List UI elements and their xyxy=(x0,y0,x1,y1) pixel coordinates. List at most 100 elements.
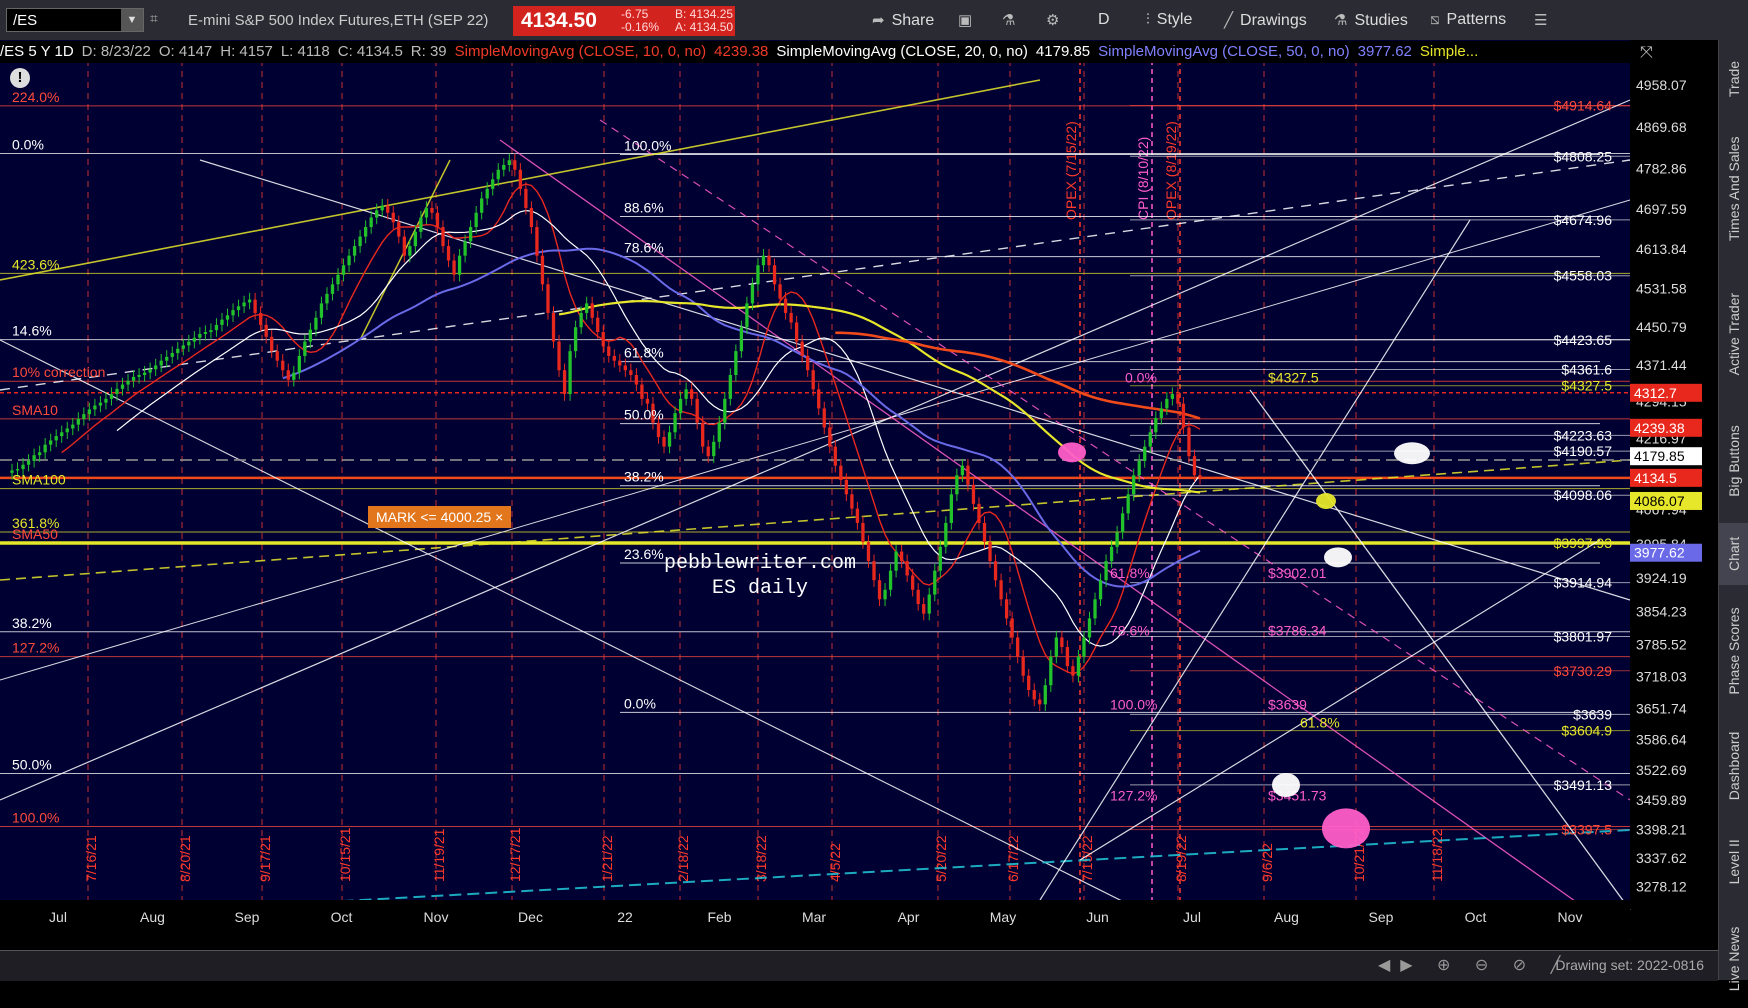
candle xyxy=(1021,656,1025,676)
collapse-icon[interactable]: ⤧ xyxy=(1640,44,1653,62)
date-label: 9/6/22 xyxy=(1259,843,1275,882)
candle xyxy=(1126,494,1130,514)
style-button[interactable]: ⫶ Style xyxy=(1146,11,1192,29)
chevron-down-icon[interactable]: ▼ xyxy=(121,9,143,31)
ohlc-high: H: 4157 xyxy=(220,43,273,60)
candle xyxy=(629,370,633,375)
candle xyxy=(380,205,384,211)
candle xyxy=(441,227,445,247)
candle xyxy=(822,408,826,428)
side-tab-big-buttons[interactable]: Big Buttons xyxy=(1719,404,1748,519)
candle xyxy=(26,460,31,465)
y-tick-label: 3854.23 xyxy=(1636,604,1687,620)
side-tab-chart[interactable]: Chart xyxy=(1719,523,1748,586)
link-icon[interactable]: ⌗ xyxy=(150,10,158,27)
side-tab-active-trader[interactable]: Active Trader xyxy=(1719,268,1748,400)
candle xyxy=(728,375,732,399)
date-label: 3/18/22 xyxy=(753,835,769,882)
candle xyxy=(198,333,202,338)
candle xyxy=(673,413,677,433)
sma50-label[interactable]: SimpleMovingAvg (CLOSE, 50, 0, no) xyxy=(1098,43,1350,60)
candle xyxy=(347,255,351,266)
fib-mid-label: 100.0% xyxy=(624,138,671,154)
bid-price: B: 4134.25 xyxy=(675,7,734,21)
candle xyxy=(1010,618,1014,638)
candle xyxy=(87,409,92,415)
candle xyxy=(1087,618,1092,638)
level-label: $3914.94 xyxy=(1554,575,1613,591)
candle xyxy=(883,589,887,600)
date-label: 9/17/21 xyxy=(257,835,273,882)
flask-button[interactable]: ⚗ xyxy=(1002,11,1022,30)
y-tick-label: 4782.86 xyxy=(1636,160,1687,176)
candle xyxy=(170,353,174,357)
level-label: $4361.6 xyxy=(1561,361,1612,377)
settings-button[interactable]: ⚙ xyxy=(1046,11,1066,30)
candle xyxy=(529,207,534,228)
date-label: 1/21/22 xyxy=(599,835,615,882)
bid-ask: B: 4134.25 A: 4134.50 xyxy=(675,8,733,34)
side-tab-dashboard[interactable]: Dashboard xyxy=(1719,717,1748,814)
gear-icon: ⚙ xyxy=(1046,12,1060,29)
y-tick-label: 3337.62 xyxy=(1636,850,1687,866)
event-label: OPEX (7/15/22) xyxy=(1063,121,1079,220)
instrument-description: E-mini S&P 500 Index Futures,ETH (SEP 22… xyxy=(188,12,489,29)
chart-title: pebblewriter.com xyxy=(664,552,856,575)
menu-icon: ☰ xyxy=(1534,12,1548,29)
patterns-button[interactable]: ⧅ Patterns xyxy=(1430,11,1506,29)
candle xyxy=(137,375,141,377)
symbol-input[interactable]: /ES ▼ xyxy=(6,8,144,32)
candle xyxy=(518,169,523,189)
candle xyxy=(1109,546,1114,562)
period-button[interactable]: D xyxy=(1098,11,1110,29)
side-tab-phase-scores[interactable]: Phase Scores xyxy=(1719,589,1748,713)
ohlc-low: L: 4118 xyxy=(280,43,330,60)
date-label: 11/18/22 xyxy=(1429,828,1445,882)
chart-header: /ES 5 Y 1D xyxy=(0,43,74,60)
drawings-button[interactable]: ╱ Drawings xyxy=(1224,11,1307,30)
mark-label[interactable]: MARK <= 4000.25 × xyxy=(368,506,512,528)
candle xyxy=(590,303,594,318)
side-tab-live-news[interactable]: Live News xyxy=(1719,910,1748,1007)
chart-canvas[interactable]: 7/16/21 8/20/21 9/17/21 10/15/21 11/19/21 12/… xyxy=(0,40,1718,950)
share-button[interactable]: ➦ Share xyxy=(872,11,934,30)
level-label: $4423.65 xyxy=(1554,332,1613,348)
candle xyxy=(214,324,219,331)
marker-ellipse xyxy=(1058,442,1086,463)
candle xyxy=(745,303,749,328)
date-label: 2/18/22 xyxy=(675,835,691,882)
sma10-label[interactable]: SimpleMovingAvg (CLOSE, 10, 0, no) xyxy=(455,43,707,60)
candle xyxy=(358,236,362,247)
projection-label: $4327.5 xyxy=(1268,370,1319,386)
side-tab-trade[interactable]: Trade xyxy=(1719,48,1748,110)
fib-left-label: 50.0% xyxy=(12,757,52,773)
projection-label: 61.8% xyxy=(1110,565,1150,581)
side-tab-times-and-sales[interactable]: Times And Sales xyxy=(1719,114,1748,264)
zoom-controls[interactable]: ◀▶ ⊕ ⊖ ⊘ ╱ xyxy=(1378,955,1570,975)
sma20-label[interactable]: SimpleMovingAvg (CLOSE, 20, 0, no) xyxy=(776,43,1028,60)
candle xyxy=(1198,475,1202,478)
menu-button[interactable]: ☰ xyxy=(1534,11,1554,30)
ohlc-close: C: 4134.5 xyxy=(337,43,403,60)
fib-mid-label: 23.6% xyxy=(624,546,664,562)
candle xyxy=(247,299,252,303)
candle xyxy=(585,303,589,313)
more-studies[interactable]: Simple... xyxy=(1420,43,1478,60)
fib-left-label: 127.2% xyxy=(12,640,59,656)
side-tab-level-ii[interactable]: Level II xyxy=(1719,818,1748,906)
studies-button[interactable]: ⚗ Studies xyxy=(1334,11,1408,30)
date-label: 7/16/21 xyxy=(83,835,99,882)
screenshot-button[interactable]: ▣ xyxy=(958,11,979,30)
candle xyxy=(877,580,882,600)
drawing-set-label[interactable]: Drawing set: 2022-0816 xyxy=(1555,957,1704,973)
fib-mid-label: 61.8% xyxy=(624,345,664,361)
candle xyxy=(861,522,865,543)
studies-label: Studies xyxy=(1354,12,1408,29)
candle xyxy=(712,441,716,457)
alert-icon[interactable]: ! xyxy=(10,68,30,88)
candle xyxy=(43,444,47,453)
candle xyxy=(330,284,335,294)
projection-label: 100.0% xyxy=(1110,696,1157,712)
marker-ellipse xyxy=(1322,808,1370,849)
y-tick-label: 3718.03 xyxy=(1636,669,1687,685)
